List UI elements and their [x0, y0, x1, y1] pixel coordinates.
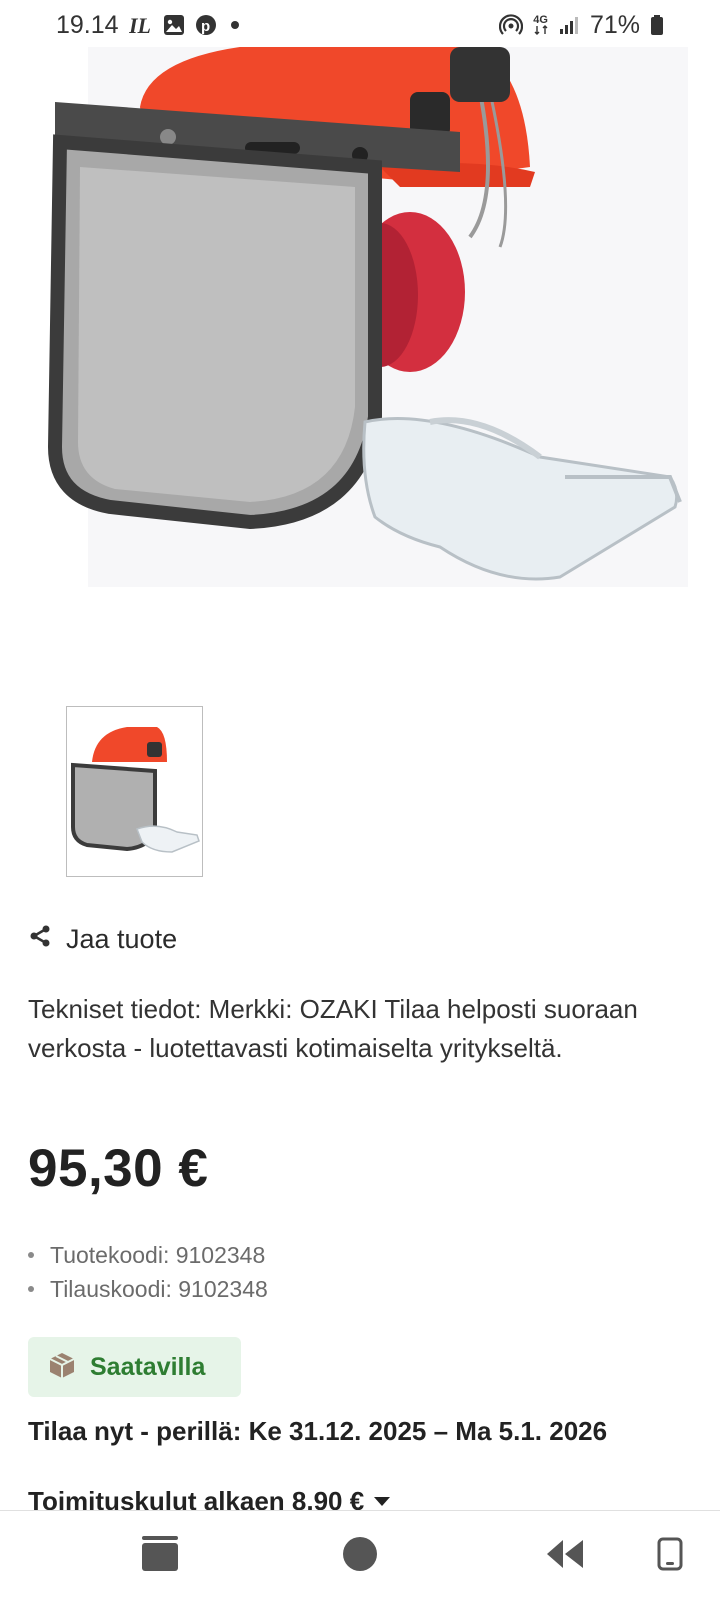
product-codes: Tuotekoodi: 9102348 Tilauskoodi: 9102348 — [28, 1238, 268, 1306]
network-type-icon: 4G — [533, 15, 548, 35]
back-button[interactable] — [525, 1511, 605, 1600]
product-thumbnail[interactable] — [66, 706, 203, 877]
gallery-icon — [163, 14, 185, 36]
caret-down-icon — [374, 1496, 391, 1506]
recents-button[interactable] — [120, 1511, 200, 1600]
hotspot-icon — [499, 13, 524, 37]
svg-text:p: p — [201, 18, 210, 35]
rotate-icon — [657, 1537, 683, 1576]
il-app-icon: IL — [129, 14, 153, 36]
share-label: Jaa tuote — [66, 924, 178, 954]
notification-dot-icon — [230, 21, 239, 29]
battery-icon — [650, 14, 664, 36]
product-price: 95,30 € — [28, 1139, 209, 1198]
status-right: 4G 71% — [499, 11, 664, 40]
order-code-item: Tilauskoodi: 9102348 — [28, 1272, 268, 1306]
status-time: 19.14 — [56, 10, 119, 39]
home-icon — [342, 1536, 378, 1577]
box-icon — [48, 1351, 76, 1384]
product-description: Tekniset tiedot: Merkki: OZAKI Tilaa hel… — [28, 994, 638, 1063]
svg-text:IL: IL — [129, 14, 151, 36]
battery-percent: 71% — [589, 10, 640, 39]
recents-icon — [140, 1535, 180, 1577]
system-navigation-bar — [0, 1510, 720, 1600]
bullet-icon — [28, 1252, 34, 1258]
signal-icon — [558, 14, 580, 36]
status-left: 19.14 IL p — [56, 11, 239, 40]
network-type-label: 4G — [533, 14, 548, 26]
product-image[interactable] — [0, 42, 720, 647]
bullet-icon — [28, 1286, 34, 1292]
home-button[interactable] — [320, 1511, 400, 1600]
product-code-item: Tuotekoodi: 9102348 — [28, 1238, 268, 1272]
product-code: Tuotekoodi: 9102348 — [50, 1241, 266, 1268]
share-icon — [28, 924, 52, 955]
availability-label: Saatavilla — [90, 1352, 206, 1381]
order-code: Tilauskoodi: 9102348 — [50, 1275, 268, 1302]
share-button[interactable]: Jaa tuote — [28, 924, 177, 955]
status-bar: 19.14 IL p 4G 71% — [0, 0, 720, 50]
pinterest-icon: p — [195, 14, 217, 36]
availability-badge: Saatavilla — [28, 1337, 241, 1397]
back-icon — [545, 1538, 585, 1575]
rotate-button[interactable] — [640, 1511, 700, 1600]
delivery-estimate: Tilaa nyt - perillä: Ke 31.12. 2025 – Ma… — [28, 1416, 608, 1446]
